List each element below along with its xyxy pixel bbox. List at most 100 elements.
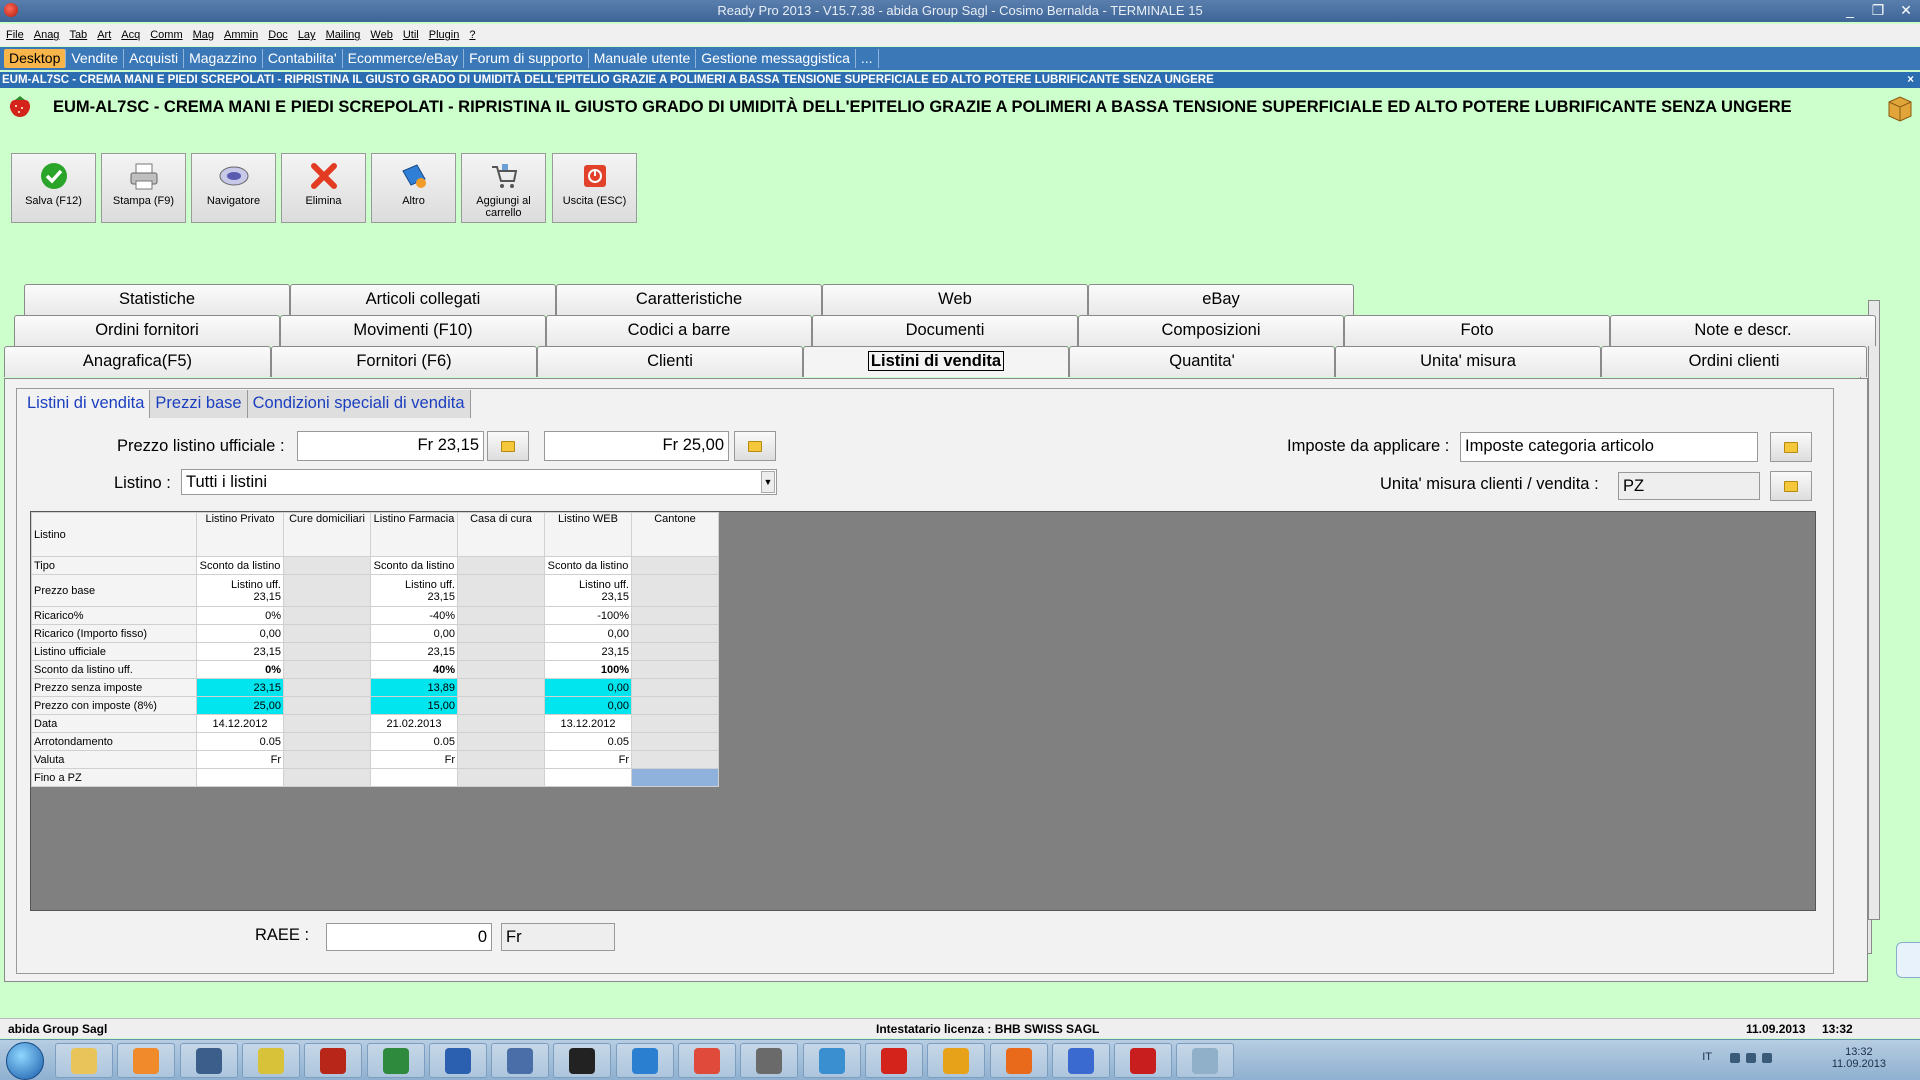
- menu-web[interactable]: Web: [370, 29, 392, 41]
- taskbar-explorer-button[interactable]: [55, 1043, 113, 1078]
- taskbar-notepad-button[interactable]: [1176, 1043, 1235, 1078]
- grid-cell[interactable]: [283, 660, 371, 679]
- volume-icon[interactable]: [1746, 1053, 1756, 1063]
- grid-cell[interactable]: [631, 660, 719, 679]
- flag-icon[interactable]: [1762, 1053, 1772, 1063]
- link-more[interactable]: ...: [856, 49, 879, 68]
- taskbar-pm-button[interactable]: [553, 1043, 612, 1078]
- taskbar-remote-desktop-button[interactable]: [802, 1043, 861, 1078]
- grid-cell[interactable]: [283, 732, 371, 751]
- grid-cell[interactable]: -40%: [370, 606, 458, 625]
- link-contabilita[interactable]: Contabilita': [263, 49, 343, 68]
- grid-cell[interactable]: 0,00: [544, 696, 632, 715]
- grid-cell[interactable]: Sconto da listino: [544, 556, 632, 575]
- unita-misura-folder-button[interactable]: [1770, 471, 1812, 501]
- grid-cell[interactable]: Listino uff. 23,15: [196, 574, 284, 607]
- tab-unita-misura[interactable]: Unita' misura: [1335, 346, 1601, 377]
- grid-cell[interactable]: [631, 768, 719, 787]
- grid-cell[interactable]: Listino uff. 23,15: [544, 574, 632, 607]
- grid-cell[interactable]: [457, 642, 545, 661]
- tab-foto[interactable]: Foto: [1344, 315, 1610, 346]
- taskbar-ie-edge-button[interactable]: [179, 1043, 238, 1078]
- grid-cell[interactable]: [283, 624, 371, 643]
- menu-util[interactable]: Util: [403, 29, 419, 41]
- network-icon[interactable]: [1730, 1053, 1740, 1063]
- menu-anag[interactable]: Anag: [34, 29, 60, 41]
- link-messaggistica[interactable]: Gestione messaggistica: [696, 49, 856, 68]
- grid-cell[interactable]: [457, 750, 545, 769]
- grid-cell[interactable]: [283, 642, 371, 661]
- taskbar-app-yellow-button[interactable]: [241, 1043, 300, 1078]
- link-desktop[interactable]: Desktop: [4, 49, 67, 68]
- exit-button[interactable]: Uscita (ESC): [552, 153, 637, 223]
- link-ecommerce[interactable]: Ecommerce/eBay: [343, 49, 465, 68]
- save-button[interactable]: Salva (F12): [11, 153, 96, 223]
- link-vendite[interactable]: Vendite: [66, 49, 125, 68]
- listino-select[interactable]: Tutti i listini ▼: [181, 469, 777, 495]
- tab-ebay[interactable]: eBay: [1088, 284, 1354, 315]
- grid-cell[interactable]: [283, 574, 371, 607]
- navigator-button[interactable]: Navigatore: [191, 153, 276, 223]
- minimize-button[interactable]: _: [1836, 0, 1864, 22]
- menu-ammin[interactable]: Ammin: [224, 29, 258, 41]
- prezzo-listino-folder-button[interactable]: [487, 431, 529, 461]
- tab-documenti[interactable]: Documenti: [812, 315, 1078, 346]
- clock[interactable]: 13:32 11.09.2013: [1832, 1046, 1886, 1070]
- taskbar-gimp-button[interactable]: [740, 1043, 799, 1078]
- grid-cell[interactable]: 0%: [196, 606, 284, 625]
- grid-cell[interactable]: [283, 556, 371, 575]
- taskbar-excel-button[interactable]: [366, 1043, 425, 1078]
- tab-listini-di-vendita[interactable]: Listini di vendita: [803, 346, 1069, 377]
- dropdown-arrow-icon[interactable]: ▼: [761, 471, 775, 493]
- language-indicator[interactable]: IT: [1702, 1051, 1712, 1063]
- grid-cell[interactable]: [631, 574, 719, 607]
- grid-cell[interactable]: [283, 678, 371, 697]
- grid-cell[interactable]: 0,00: [196, 624, 284, 643]
- menu-tab[interactable]: Tab: [69, 29, 87, 41]
- grid-cell[interactable]: 13.12.2012: [544, 714, 632, 733]
- grid-cell[interactable]: [283, 696, 371, 715]
- taskbar-ready-pro-button[interactable]: [864, 1043, 923, 1078]
- grid-cell[interactable]: [370, 768, 458, 787]
- column-header[interactable]: Listino Farmacia: [370, 512, 458, 557]
- grid-cell[interactable]: [457, 732, 545, 751]
- grid-cell[interactable]: [283, 750, 371, 769]
- grid-cell[interactable]: Fr: [370, 750, 458, 769]
- grid-cell[interactable]: 23,15: [370, 642, 458, 661]
- grid-cell[interactable]: [457, 696, 545, 715]
- imposte-field[interactable]: Imposte categoria articolo: [1460, 432, 1758, 462]
- grid-cell[interactable]: 15,00: [370, 696, 458, 715]
- subtab-listini-di-vendita[interactable]: Listini di vendita: [22, 390, 151, 418]
- taskbar-word-button[interactable]: [428, 1043, 487, 1078]
- print-button[interactable]: Stampa (F9): [101, 153, 186, 223]
- tab-ordini-clienti[interactable]: Ordini clienti: [1601, 346, 1867, 377]
- grid-cell[interactable]: [457, 660, 545, 679]
- menu-plugin[interactable]: Plugin: [429, 29, 460, 41]
- tab-quantita[interactable]: Quantita': [1069, 346, 1335, 377]
- start-button[interactable]: [6, 1042, 44, 1080]
- taskbar-firefox-button[interactable]: [989, 1043, 1048, 1078]
- grid-cell[interactable]: Fr: [196, 750, 284, 769]
- grid-cell[interactable]: [283, 606, 371, 625]
- raee-field[interactable]: 0: [326, 923, 492, 951]
- grid-cell[interactable]: [631, 732, 719, 751]
- grid-cell[interactable]: [457, 606, 545, 625]
- tab-anagrafica[interactable]: Anagrafica(F5): [4, 346, 271, 377]
- prezzo-listino-imposte-field[interactable]: Fr 25,00: [544, 431, 729, 461]
- grid-cell[interactable]: [457, 678, 545, 697]
- grid-cell[interactable]: [457, 624, 545, 643]
- column-header[interactable]: Cantone: [631, 512, 719, 557]
- tab-note-descr[interactable]: Note e descr.: [1610, 315, 1876, 346]
- tab-statistiche[interactable]: Statistiche: [24, 284, 290, 315]
- tab-fornitori[interactable]: Fornitori (F6): [271, 346, 537, 377]
- grid-cell[interactable]: 23,15: [544, 642, 632, 661]
- menu-comm[interactable]: Comm: [150, 29, 182, 41]
- menu-lay[interactable]: Lay: [298, 29, 316, 41]
- grid-cell[interactable]: 0,00: [370, 624, 458, 643]
- tab-codici-a-barre[interactable]: Codici a barre: [546, 315, 812, 346]
- tab-ordini-fornitori[interactable]: Ordini fornitori: [14, 315, 280, 346]
- link-magazzino[interactable]: Magazzino: [184, 49, 263, 68]
- grid-cell[interactable]: [457, 556, 545, 575]
- grid-cell[interactable]: [196, 768, 284, 787]
- column-header[interactable]: Casa di cura: [457, 512, 545, 557]
